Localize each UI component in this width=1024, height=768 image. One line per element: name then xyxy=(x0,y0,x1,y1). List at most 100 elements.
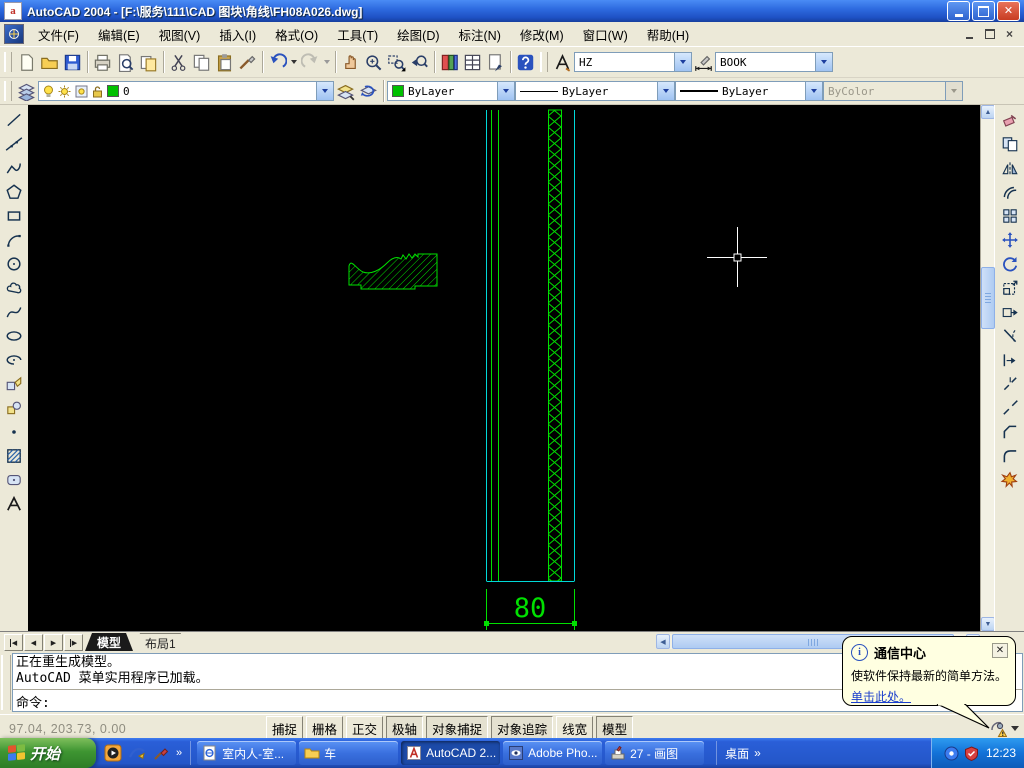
publish-icon[interactable] xyxy=(137,51,160,74)
tab-model[interactable]: 模型 xyxy=(85,633,133,651)
task-paint[interactable]: 27 - 画图 xyxy=(605,741,705,765)
menu-modify[interactable]: 修改(M) xyxy=(511,22,573,47)
color-dropdown[interactable]: ByLayer xyxy=(387,81,515,101)
vertical-scroll-thumb[interactable] xyxy=(981,267,995,329)
dim-style-icon[interactable] xyxy=(692,51,715,74)
tool-palettes-icon[interactable] xyxy=(438,51,461,74)
tab-last-button[interactable]: ▶ xyxy=(64,634,83,651)
revision-cloud-icon[interactable] xyxy=(2,277,26,299)
dropdown-arrow-icon[interactable] xyxy=(674,53,691,71)
balloon-link[interactable]: 单击此处。 xyxy=(851,688,1007,705)
break-at-point-icon[interactable] xyxy=(998,373,1022,395)
scale-icon[interactable] xyxy=(998,277,1022,299)
clock[interactable]: 12:23 xyxy=(984,746,1016,760)
ellipse-icon[interactable] xyxy=(2,325,26,347)
layer-manager-icon[interactable] xyxy=(15,80,38,103)
dim-style-dropdown[interactable]: BOOK xyxy=(715,52,833,72)
trim-icon[interactable] xyxy=(998,325,1022,347)
show-desktop-icon[interactable] xyxy=(128,744,146,762)
offset-icon[interactable] xyxy=(998,181,1022,203)
balloon-close-button[interactable]: ✕ xyxy=(992,643,1008,658)
menu-tools[interactable]: 工具(T) xyxy=(328,22,387,47)
tray-antivirus-icon[interactable] xyxy=(964,745,979,761)
array-icon[interactable] xyxy=(998,205,1022,227)
save-icon[interactable] xyxy=(61,51,84,74)
mdi-close-button[interactable]: × xyxy=(1001,27,1018,42)
menu-help[interactable]: 帮助(H) xyxy=(638,22,698,47)
minimize-button[interactable] xyxy=(947,1,970,21)
tab-layout1[interactable]: 布局1 xyxy=(133,633,188,652)
paste-icon[interactable] xyxy=(213,51,236,74)
mirror-icon[interactable] xyxy=(998,157,1022,179)
region-icon[interactable] xyxy=(2,469,26,491)
tab-prev-button[interactable]: ◀ xyxy=(24,634,43,651)
mdi-restore-button[interactable] xyxy=(981,27,998,42)
undo-icon[interactable] xyxy=(266,51,289,74)
fillet-icon[interactable] xyxy=(998,445,1022,467)
dropdown-arrow-icon[interactable] xyxy=(497,82,514,100)
linetype-dropdown[interactable]: ByLayer xyxy=(515,81,675,101)
rectangle-icon[interactable] xyxy=(2,205,26,227)
move-icon[interactable] xyxy=(998,229,1022,251)
menu-window[interactable]: 窗口(W) xyxy=(574,22,637,47)
plot-icon[interactable] xyxy=(91,51,114,74)
polygon-icon[interactable] xyxy=(2,181,26,203)
menu-dimension[interactable]: 标注(N) xyxy=(450,22,510,47)
circle-icon[interactable] xyxy=(2,253,26,275)
scroll-down-icon[interactable]: ▼ xyxy=(981,617,995,631)
designcenter-icon[interactable] xyxy=(461,51,484,74)
status-tray-arrow-icon[interactable] xyxy=(1011,726,1019,731)
lineweight-dropdown[interactable]: ByLayer xyxy=(675,81,823,101)
zoom-previous-icon[interactable] xyxy=(408,51,431,74)
close-button[interactable]: ✕ xyxy=(997,1,1020,21)
vertical-scroll-track[interactable] xyxy=(981,119,995,617)
erase-icon[interactable] xyxy=(998,109,1022,131)
desktop-toolbar[interactable]: 桌面 » xyxy=(716,741,769,765)
line-icon[interactable] xyxy=(2,109,26,131)
text-style-dropdown[interactable]: HZ xyxy=(574,52,692,72)
arc-icon[interactable] xyxy=(2,229,26,251)
make-layer-current-icon[interactable] xyxy=(334,80,357,103)
tray-network-icon[interactable] xyxy=(944,746,959,761)
scroll-left-icon[interactable]: ◀ xyxy=(656,634,670,649)
new-file-icon[interactable] xyxy=(15,51,38,74)
media-player-icon[interactable] xyxy=(104,744,122,762)
coordinates-readout[interactable]: 97.04, 203.73, 0.00 xyxy=(3,720,263,738)
tab-next-button[interactable]: ▶ xyxy=(44,634,63,651)
redo-dropdown-icon[interactable] xyxy=(324,60,330,64)
spline-icon[interactable] xyxy=(2,301,26,323)
zoom-realtime-icon[interactable] xyxy=(362,51,385,74)
layer-dropdown[interactable]: 0 xyxy=(38,81,334,101)
drawing-canvas[interactable]: 80 xyxy=(28,105,980,631)
quicklaunch-chevron[interactable]: » xyxy=(176,747,182,759)
extend-icon[interactable] xyxy=(998,349,1022,371)
pan-icon[interactable] xyxy=(339,51,362,74)
copy-object-icon[interactable] xyxy=(998,133,1022,155)
layer-previous-icon[interactable] xyxy=(357,80,380,103)
undo-dropdown-icon[interactable] xyxy=(291,60,297,64)
task-folder-che[interactable]: 车 xyxy=(299,741,399,765)
ellipse-arc-icon[interactable] xyxy=(2,349,26,371)
mdi-minimize-button[interactable] xyxy=(961,27,978,42)
rotate-icon[interactable] xyxy=(998,253,1022,275)
task-autocad[interactable]: AutoCAD 2... xyxy=(401,741,501,765)
task-interior-doc[interactable]: 室内人-室... xyxy=(197,741,297,765)
dropdown-arrow-icon[interactable] xyxy=(815,53,832,71)
command-grip[interactable] xyxy=(1,655,11,710)
task-photoshop[interactable]: Adobe Pho... xyxy=(503,741,603,765)
desktop-chevron[interactable]: » xyxy=(754,746,761,760)
dropdown-arrow-icon[interactable] xyxy=(316,82,333,100)
vertical-scrollbar[interactable]: ▲ ▼ xyxy=(980,105,995,631)
make-block-icon[interactable] xyxy=(2,397,26,419)
plot-preview-icon[interactable] xyxy=(114,51,137,74)
menu-view[interactable]: 视图(V) xyxy=(150,22,210,47)
point-icon[interactable] xyxy=(2,421,26,443)
insert-block-icon[interactable] xyxy=(2,373,26,395)
toolbar-grip[interactable] xyxy=(4,52,12,72)
copy-clip-icon[interactable] xyxy=(190,51,213,74)
menu-format[interactable]: 格式(O) xyxy=(266,22,327,47)
start-button[interactable]: 开始 xyxy=(0,738,96,768)
tab-first-button[interactable]: ◀ xyxy=(4,634,23,651)
match-properties-icon[interactable] xyxy=(236,51,259,74)
toolbar-grip[interactable] xyxy=(4,81,12,101)
